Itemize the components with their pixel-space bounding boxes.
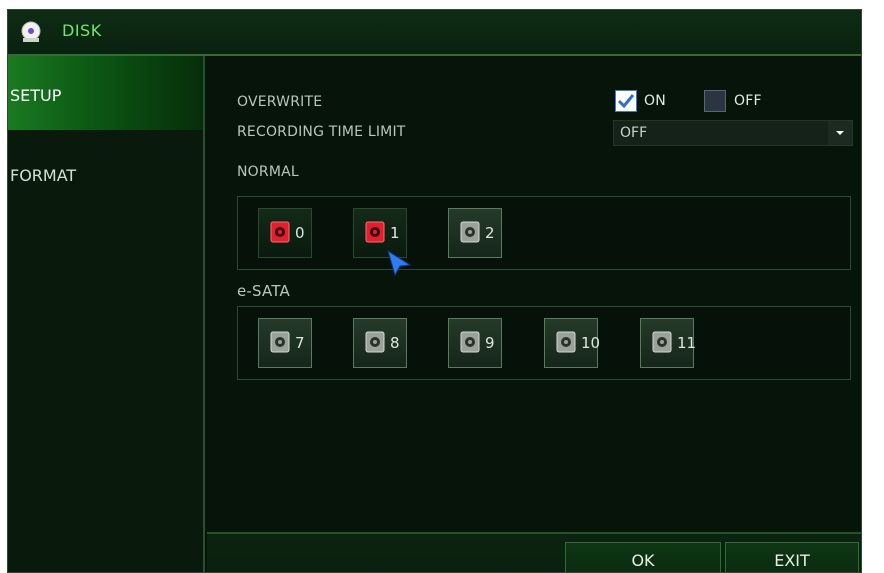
normal-disk-group: 0 1 2	[237, 196, 851, 270]
overwrite-off-checkbox[interactable]	[704, 90, 726, 112]
bottom-bar: OK EXIT	[207, 532, 861, 572]
sidebar-item-setup[interactable]: SETUP	[8, 56, 203, 130]
hard-drive-icon	[270, 221, 290, 243]
disk-button-0[interactable]: 0	[258, 208, 312, 258]
disk-number: 11	[677, 334, 697, 352]
disk-icon	[21, 21, 41, 42]
recording-time-limit-select[interactable]: OFF	[613, 120, 853, 146]
sidebar-item-format[interactable]: FORMAT	[8, 152, 203, 226]
hard-drive-icon	[270, 331, 290, 353]
esata-disk-group: 7 8 9 10 11	[237, 306, 851, 380]
disk-button-7[interactable]: 7	[258, 318, 312, 368]
disk-number: 7	[295, 334, 305, 352]
hard-drive-icon	[652, 331, 672, 353]
disk-number: 8	[390, 334, 400, 352]
sidebar: SETUP FORMAT	[8, 56, 205, 572]
hard-drive-icon	[365, 331, 385, 353]
sidebar-item-label: SETUP	[10, 86, 62, 105]
chevron-down-icon	[836, 131, 844, 135]
esata-group-label: e-SATA	[237, 282, 290, 300]
hard-drive-icon	[556, 331, 576, 353]
title-bar: DISK	[8, 10, 861, 56]
checkmark-icon	[617, 94, 635, 109]
overwrite-on-checkbox[interactable]	[615, 90, 637, 112]
overwrite-off-label: OFF	[734, 93, 762, 109]
sidebar-item-label: FORMAT	[10, 166, 77, 185]
dropdown-button[interactable]	[828, 121, 852, 145]
recording-time-limit-value: OFF	[620, 125, 648, 141]
disk-button-11[interactable]: 11	[640, 318, 697, 368]
hard-drive-icon	[460, 221, 480, 243]
recording-time-limit-label: RECORDING TIME LIMIT	[237, 124, 406, 140]
disk-number: 9	[485, 334, 495, 352]
disk-number: 1	[390, 224, 400, 242]
mouse-cursor-icon	[387, 249, 412, 277]
overwrite-label: OVERWRITE	[237, 94, 323, 110]
disk-button-10[interactable]: 10	[544, 318, 601, 368]
disk-button-8[interactable]: 8	[353, 318, 407, 368]
disk-button-9[interactable]: 9	[448, 318, 502, 368]
disk-button-2[interactable]: 2	[448, 208, 502, 258]
setup-panel: OVERWRITE ON OFF RECORDING TIME LIMIT OF…	[207, 56, 861, 532]
overwrite-on-label: ON	[644, 93, 666, 109]
normal-group-label: NORMAL	[237, 164, 299, 180]
window-title: DISK	[62, 21, 102, 40]
disk-number: 10	[581, 334, 601, 352]
hard-drive-icon	[460, 331, 480, 353]
ok-button[interactable]: OK	[565, 542, 721, 572]
disk-number: 0	[295, 224, 305, 242]
exit-button[interactable]: EXIT	[725, 542, 859, 572]
dvr-disk-window: DISK SETUP FORMAT OVERWRITE ON OFF RECOR…	[7, 9, 862, 573]
disk-number: 2	[485, 224, 495, 242]
hard-drive-icon	[365, 221, 385, 243]
